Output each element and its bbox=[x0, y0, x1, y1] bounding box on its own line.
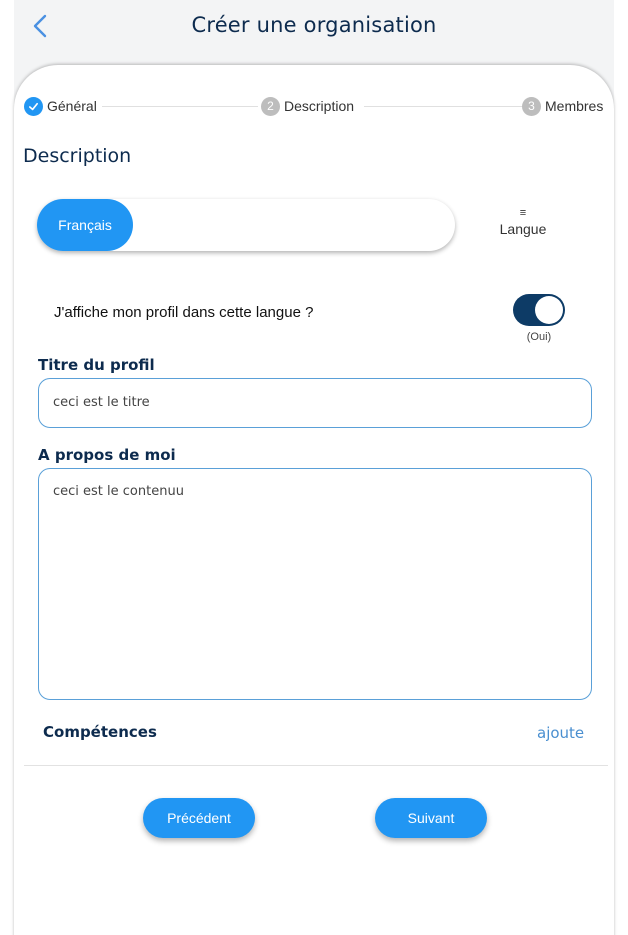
page-title: Créer une organisation bbox=[191, 13, 437, 37]
step-general[interactable]: Général bbox=[24, 96, 97, 116]
step-members[interactable]: 3 Membres bbox=[522, 96, 603, 116]
step-description-label: Description bbox=[284, 98, 355, 114]
step-description[interactable]: 2 Description bbox=[261, 96, 354, 116]
app-header: Créer une organisation bbox=[14, 0, 614, 62]
language-chip-french[interactable]: Français bbox=[37, 199, 133, 251]
visibility-toggle[interactable] bbox=[513, 294, 565, 326]
step-members-number: 3 bbox=[522, 96, 541, 116]
about-label: A propos de moi bbox=[38, 446, 176, 464]
profile-title-input[interactable]: ceci est le titre bbox=[38, 378, 592, 428]
step-connector bbox=[102, 106, 258, 107]
stepper: Général 2 Description 3 Membres bbox=[10, 96, 610, 116]
next-button[interactable]: Suivant bbox=[375, 798, 487, 838]
check-icon bbox=[29, 102, 38, 110]
toggle-knob bbox=[535, 296, 563, 324]
skills-label: Compétences bbox=[43, 723, 157, 741]
profile-title-label: Titre du profil bbox=[38, 356, 155, 374]
previous-button[interactable]: Précédent bbox=[143, 798, 255, 838]
divider bbox=[24, 765, 608, 766]
language-menu-button[interactable]: ≡ Langue bbox=[490, 207, 556, 237]
section-title: Description bbox=[23, 145, 132, 167]
language-menu-label: Langue bbox=[499, 221, 547, 237]
add-skill-link[interactable]: ajoute bbox=[537, 724, 584, 742]
step-members-label: Membres bbox=[545, 98, 604, 114]
step-connector bbox=[364, 106, 522, 107]
language-selector: Français bbox=[37, 199, 455, 251]
step-general-label: Général bbox=[47, 98, 97, 114]
visibility-state-label: (Oui) bbox=[526, 331, 552, 343]
step-description-number: 2 bbox=[261, 96, 280, 116]
menu-icon: ≡ bbox=[519, 207, 527, 219]
visibility-question: J'affiche mon profil dans cette langue ? bbox=[54, 304, 314, 321]
step-general-circle bbox=[24, 96, 43, 116]
about-textarea[interactable]: ceci est le contenuu bbox=[38, 468, 592, 700]
